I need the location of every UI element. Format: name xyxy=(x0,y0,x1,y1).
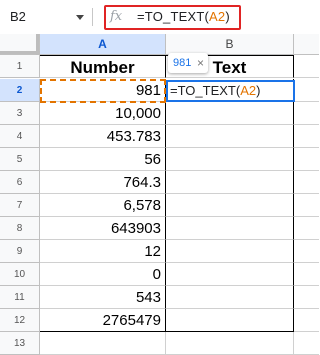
text-cell[interactable] xyxy=(166,171,294,194)
formula-suffix: ) xyxy=(225,9,230,24)
editor-reference: A2 xyxy=(240,83,257,98)
row-header[interactable]: 11 xyxy=(0,286,40,309)
table-row: 7 6,578 xyxy=(0,194,319,217)
text-cell[interactable] xyxy=(166,286,294,309)
cell[interactable] xyxy=(294,217,319,240)
text-cell[interactable] xyxy=(166,125,294,148)
number-cell[interactable]: 0 xyxy=(40,263,166,286)
table-row: 4 453.783 xyxy=(0,125,319,148)
formula-result-preview: 981 × xyxy=(168,53,208,73)
number-cell[interactable]: 56 xyxy=(40,148,166,171)
preview-value: 981 xyxy=(173,57,192,69)
row-header[interactable]: 12 xyxy=(0,309,40,332)
divider xyxy=(92,8,93,26)
text-cell[interactable] xyxy=(166,148,294,171)
cell[interactable] xyxy=(294,286,319,309)
table-row: 3 10,000 xyxy=(0,102,319,125)
chevron-down-icon[interactable] xyxy=(76,15,84,20)
fx-icon: fx xyxy=(110,9,123,24)
cell[interactable] xyxy=(294,263,319,286)
number-cell[interactable]: 6,578 xyxy=(40,194,166,217)
formula-input[interactable]: =TO_TEXT(A2) xyxy=(137,8,230,26)
cell[interactable] xyxy=(294,194,319,217)
text-cell[interactable] xyxy=(166,309,294,332)
text-cell[interactable] xyxy=(166,102,294,125)
row-header[interactable]: 10 xyxy=(0,263,40,286)
row-header[interactable]: 13 xyxy=(0,332,40,355)
cell[interactable] xyxy=(294,125,319,148)
name-box-value: B2 xyxy=(10,9,26,24)
table-row: 9 12 xyxy=(0,240,319,263)
row-header[interactable]: 8 xyxy=(0,217,40,240)
number-cell[interactable]: 643903 xyxy=(40,217,166,240)
cell[interactable] xyxy=(294,240,319,263)
number-cell[interactable]: 2765479 xyxy=(40,309,166,332)
cell[interactable] xyxy=(294,309,319,332)
header-cell-number[interactable]: Number xyxy=(40,55,166,78)
number-cell[interactable] xyxy=(40,332,166,355)
column-header-c[interactable] xyxy=(294,34,319,55)
table-row: 5 56 xyxy=(0,148,319,171)
cell[interactable] xyxy=(294,171,319,194)
row-header[interactable]: 3 xyxy=(0,102,40,125)
cell[interactable] xyxy=(294,79,319,102)
number-cell[interactable]: 764.3 xyxy=(40,171,166,194)
text-cell[interactable] xyxy=(166,217,294,240)
row-header[interactable]: 5 xyxy=(0,148,40,171)
table-row: 13 xyxy=(0,332,319,355)
table-row: 8 643903 xyxy=(0,217,319,240)
table-row: 6 764.3 xyxy=(0,171,319,194)
editor-suffix: ) xyxy=(256,83,261,98)
cell[interactable] xyxy=(294,102,319,125)
formula-reference: A2 xyxy=(209,9,226,24)
number-cell[interactable]: 12 xyxy=(40,240,166,263)
row-header[interactable]: 4 xyxy=(0,125,40,148)
close-icon[interactable]: × xyxy=(197,53,204,73)
number-cell[interactable]: 10,000 xyxy=(40,102,166,125)
column-header-a[interactable]: A xyxy=(40,34,166,55)
cell-editor-b2[interactable]: =TO_TEXT(A2) xyxy=(166,80,295,102)
number-cell[interactable]: 453.783 xyxy=(40,125,166,148)
number-cell[interactable]: 543 xyxy=(40,286,166,309)
formula-bar: B2 fx =TO_TEXT(A2) xyxy=(0,0,319,35)
formula-prefix: =TO_TEXT( xyxy=(137,9,209,24)
table-row: 10 0 xyxy=(0,263,319,286)
row-header[interactable]: 1 xyxy=(0,55,40,78)
freeze-row-handle[interactable] xyxy=(0,51,40,54)
row-header[interactable]: 9 xyxy=(0,240,40,263)
row-header[interactable]: 7 xyxy=(0,194,40,217)
table-row: 11 543 xyxy=(0,286,319,309)
table-row: 12 2765479 xyxy=(0,309,319,332)
column-header-b[interactable]: B xyxy=(166,34,294,55)
cell[interactable] xyxy=(294,55,319,78)
row-header[interactable]: 6 xyxy=(0,171,40,194)
text-cell[interactable] xyxy=(166,332,294,355)
name-box[interactable]: B2 xyxy=(6,7,84,27)
cell[interactable] xyxy=(294,148,319,171)
number-cell[interactable]: 981 xyxy=(40,79,166,102)
table-row: 1 Number Text xyxy=(0,55,319,78)
editor-prefix: =TO_TEXT( xyxy=(170,83,241,98)
text-cell[interactable] xyxy=(166,240,294,263)
cell[interactable] xyxy=(294,332,319,355)
text-cell[interactable] xyxy=(166,263,294,286)
text-cell[interactable] xyxy=(166,194,294,217)
row-header[interactable]: 2 xyxy=(0,79,40,102)
select-all-corner[interactable] xyxy=(0,34,40,55)
